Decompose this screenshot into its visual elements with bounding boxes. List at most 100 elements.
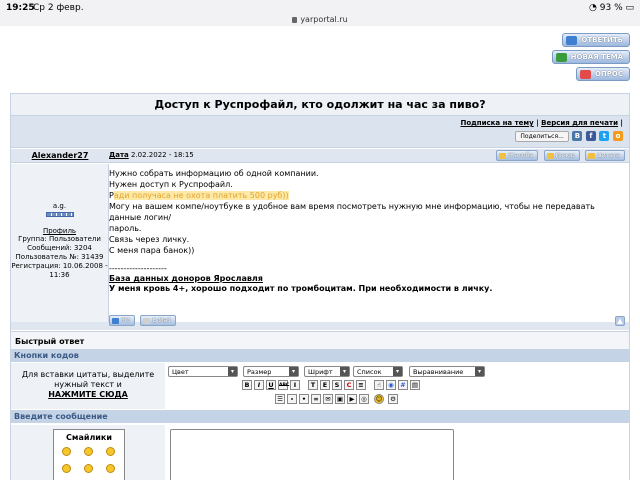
settings-icon[interactable]: ⚙ <box>388 394 398 404</box>
reply-label: ОТВЕТИТЬ <box>581 36 623 44</box>
post-line-highlighted: Ради получаса не охота платить 500 руб)) <box>109 190 629 201</box>
new-topic-button[interactable]: НОВАЯ ТЕМА <box>551 50 630 64</box>
facebook-icon[interactable]: f <box>585 131 596 141</box>
scroll-top-button[interactable]: ▲ <box>615 316 625 326</box>
forum-topic: Доступ к Руспрофайл, кто одолжит на час … <box>10 93 630 480</box>
odnoklassniki-icon[interactable]: o <box>613 131 623 141</box>
reply-button[interactable]: ОТВЕТИТЬ <box>562 33 630 47</box>
smiley-icon[interactable] <box>106 464 115 473</box>
poll-icon <box>579 70 591 79</box>
code-toolbar: Цвет ▾ Размер ▾ Шрифт ▾ Список ▾ Выравнивани… <box>165 363 629 409</box>
vk-icon[interactable]: B <box>572 131 583 141</box>
new-topic-icon <box>555 53 567 62</box>
hash-icon[interactable]: # <box>398 380 408 390</box>
email-button[interactable]: E-Mail <box>140 315 176 326</box>
smilies-box: Смайлики <box>53 429 125 480</box>
insert-quote-link[interactable]: НАЖМИТЕ СЮДА <box>11 390 165 400</box>
list-icon[interactable]: ☰ <box>275 394 285 404</box>
user-registered: Регистрация: 10.06.2008 - <box>11 262 108 270</box>
lock-icon <box>292 17 298 23</box>
quote-label: Цитата <box>597 152 620 159</box>
smiley-icon[interactable] <box>84 464 93 473</box>
poll-button[interactable]: ОПРОС <box>575 67 630 81</box>
post-body: Нужно собрать информацию об одной компан… <box>109 164 629 322</box>
email-icon <box>143 318 151 324</box>
codes-header: Кнопки кодов <box>11 349 629 362</box>
list-select[interactable]: Список ▾ <box>353 366 403 377</box>
share-label: Поделиться... <box>520 133 564 140</box>
print-link[interactable]: Версия для печати <box>541 119 618 127</box>
address-bar[interactable]: yarportal.ru <box>0 15 640 24</box>
eye-icon[interactable]: ◉ <box>386 380 396 390</box>
ignore-button[interactable]: Игнор <box>543 150 580 161</box>
message-textarea[interactable] <box>170 429 454 480</box>
hand-icon[interactable]: ☝ <box>374 380 384 390</box>
twitter-icon[interactable]: t <box>599 131 610 141</box>
post-header: Alexander27 Дата 2.02.2022 - 18:15 Жалоб… <box>11 149 629 163</box>
profile-link[interactable]: Профиль <box>11 227 108 235</box>
complaint-button[interactable]: Жалоба <box>495 150 538 161</box>
size-select[interactable]: Размер ▾ <box>243 366 299 377</box>
user-group: Группа: Пользователи <box>18 235 101 243</box>
smilies-panel: Смайлики <box>11 425 165 480</box>
new-topic-label: НОВАЯ ТЕМА <box>570 53 623 61</box>
comment-icon[interactable]: ▤ <box>410 380 420 390</box>
post-date: Дата 2.02.2022 - 18:15 <box>109 151 194 159</box>
post-footer-actions: PM E-Mail <box>109 315 176 326</box>
align-select[interactable]: Выравнивание ▾ <box>409 366 485 377</box>
underline-button[interactable]: U <box>266 380 276 390</box>
bold-button[interactable]: B <box>242 380 252 390</box>
link-icon[interactable]: ∞ <box>311 394 321 404</box>
video-icon[interactable]: ▶ <box>347 394 357 404</box>
italic-button[interactable]: I <box>254 380 264 390</box>
insert-quote-label: НАЖМИТЕ СЮДА <box>48 390 128 399</box>
smiley-icon[interactable] <box>84 447 93 456</box>
smiley-icon[interactable] <box>62 464 71 473</box>
cursor-button[interactable]: I <box>290 380 300 390</box>
post-footer <box>11 322 629 330</box>
user-registered-time: 11:36 <box>49 271 70 279</box>
signature: -------------------- База данных доноров… <box>109 263 492 294</box>
topic-tools: Подписка на тему | Версия для печати | П… <box>11 116 629 148</box>
post-author[interactable]: Alexander27 <box>11 151 109 160</box>
quote-code-button[interactable]: E <box>320 380 330 390</box>
globe-icon[interactable]: ◎ <box>359 394 369 404</box>
strike-button[interactable]: ABC <box>278 380 289 390</box>
email-insert-icon[interactable]: ✉ <box>323 394 333 404</box>
ignore-icon <box>546 153 554 159</box>
pin-icon[interactable]: • <box>299 394 309 404</box>
bullet-icon[interactable]: ∘ <box>287 394 297 404</box>
date: Ср 2 февр. <box>33 3 84 13</box>
font-select[interactable]: Шрифт ▾ <box>304 366 350 377</box>
post-line: Нужен доступ к Руспрофайл. <box>109 180 233 189</box>
message-area <box>165 425 629 480</box>
user-number: Пользователь №: 31439 <box>15 253 104 261</box>
share-button[interactable]: Поделиться... <box>515 131 569 142</box>
image-icon[interactable]: ▣ <box>335 394 345 404</box>
share-bar: Поделиться... B f t o <box>515 131 623 143</box>
color-select[interactable]: Цвет ▾ <box>168 366 238 377</box>
left-align-icon[interactable]: ≡ <box>356 380 366 390</box>
chevron-down-icon: ▾ <box>289 367 298 376</box>
topic-links: Подписка на тему | Версия для печати | <box>460 119 623 127</box>
user-panel: a.g. Профиль Группа: Пользователи Сообще… <box>11 164 109 322</box>
chevron-down-icon: ▾ <box>393 367 402 376</box>
post-date-value: 2.02.2022 - 18:15 <box>130 151 194 159</box>
pm-button[interactable]: PM <box>109 315 135 326</box>
quick-reply-title: Быстрый ответ <box>11 331 629 349</box>
spoiler-button[interactable]: S <box>332 380 342 390</box>
code-button[interactable]: T <box>308 380 318 390</box>
color-select-value: Цвет <box>172 368 189 376</box>
smiley-icon[interactable] <box>62 447 71 456</box>
quote-button[interactable]: Цитата <box>585 150 625 161</box>
signature-link[interactable]: База данных доноров Ярославля <box>109 274 492 284</box>
signature-text: У меня кровь 4+, хорошо подходит по тром… <box>109 284 493 293</box>
color-code-button[interactable]: C <box>344 380 354 390</box>
smiley-icon[interactable]: ☺ <box>374 394 384 404</box>
message-header: Введите сообщение <box>11 410 629 423</box>
highlighted-text: ади получаса не охота платить 500 руб)) <box>113 191 289 200</box>
user-messages: Сообщений: 3204 <box>27 244 92 252</box>
post-line: Могу на вашем компе/ноутбуке в удобное в… <box>109 202 595 222</box>
subscribe-link[interactable]: Подписка на тему <box>460 119 533 127</box>
smiley-icon[interactable] <box>106 447 115 456</box>
